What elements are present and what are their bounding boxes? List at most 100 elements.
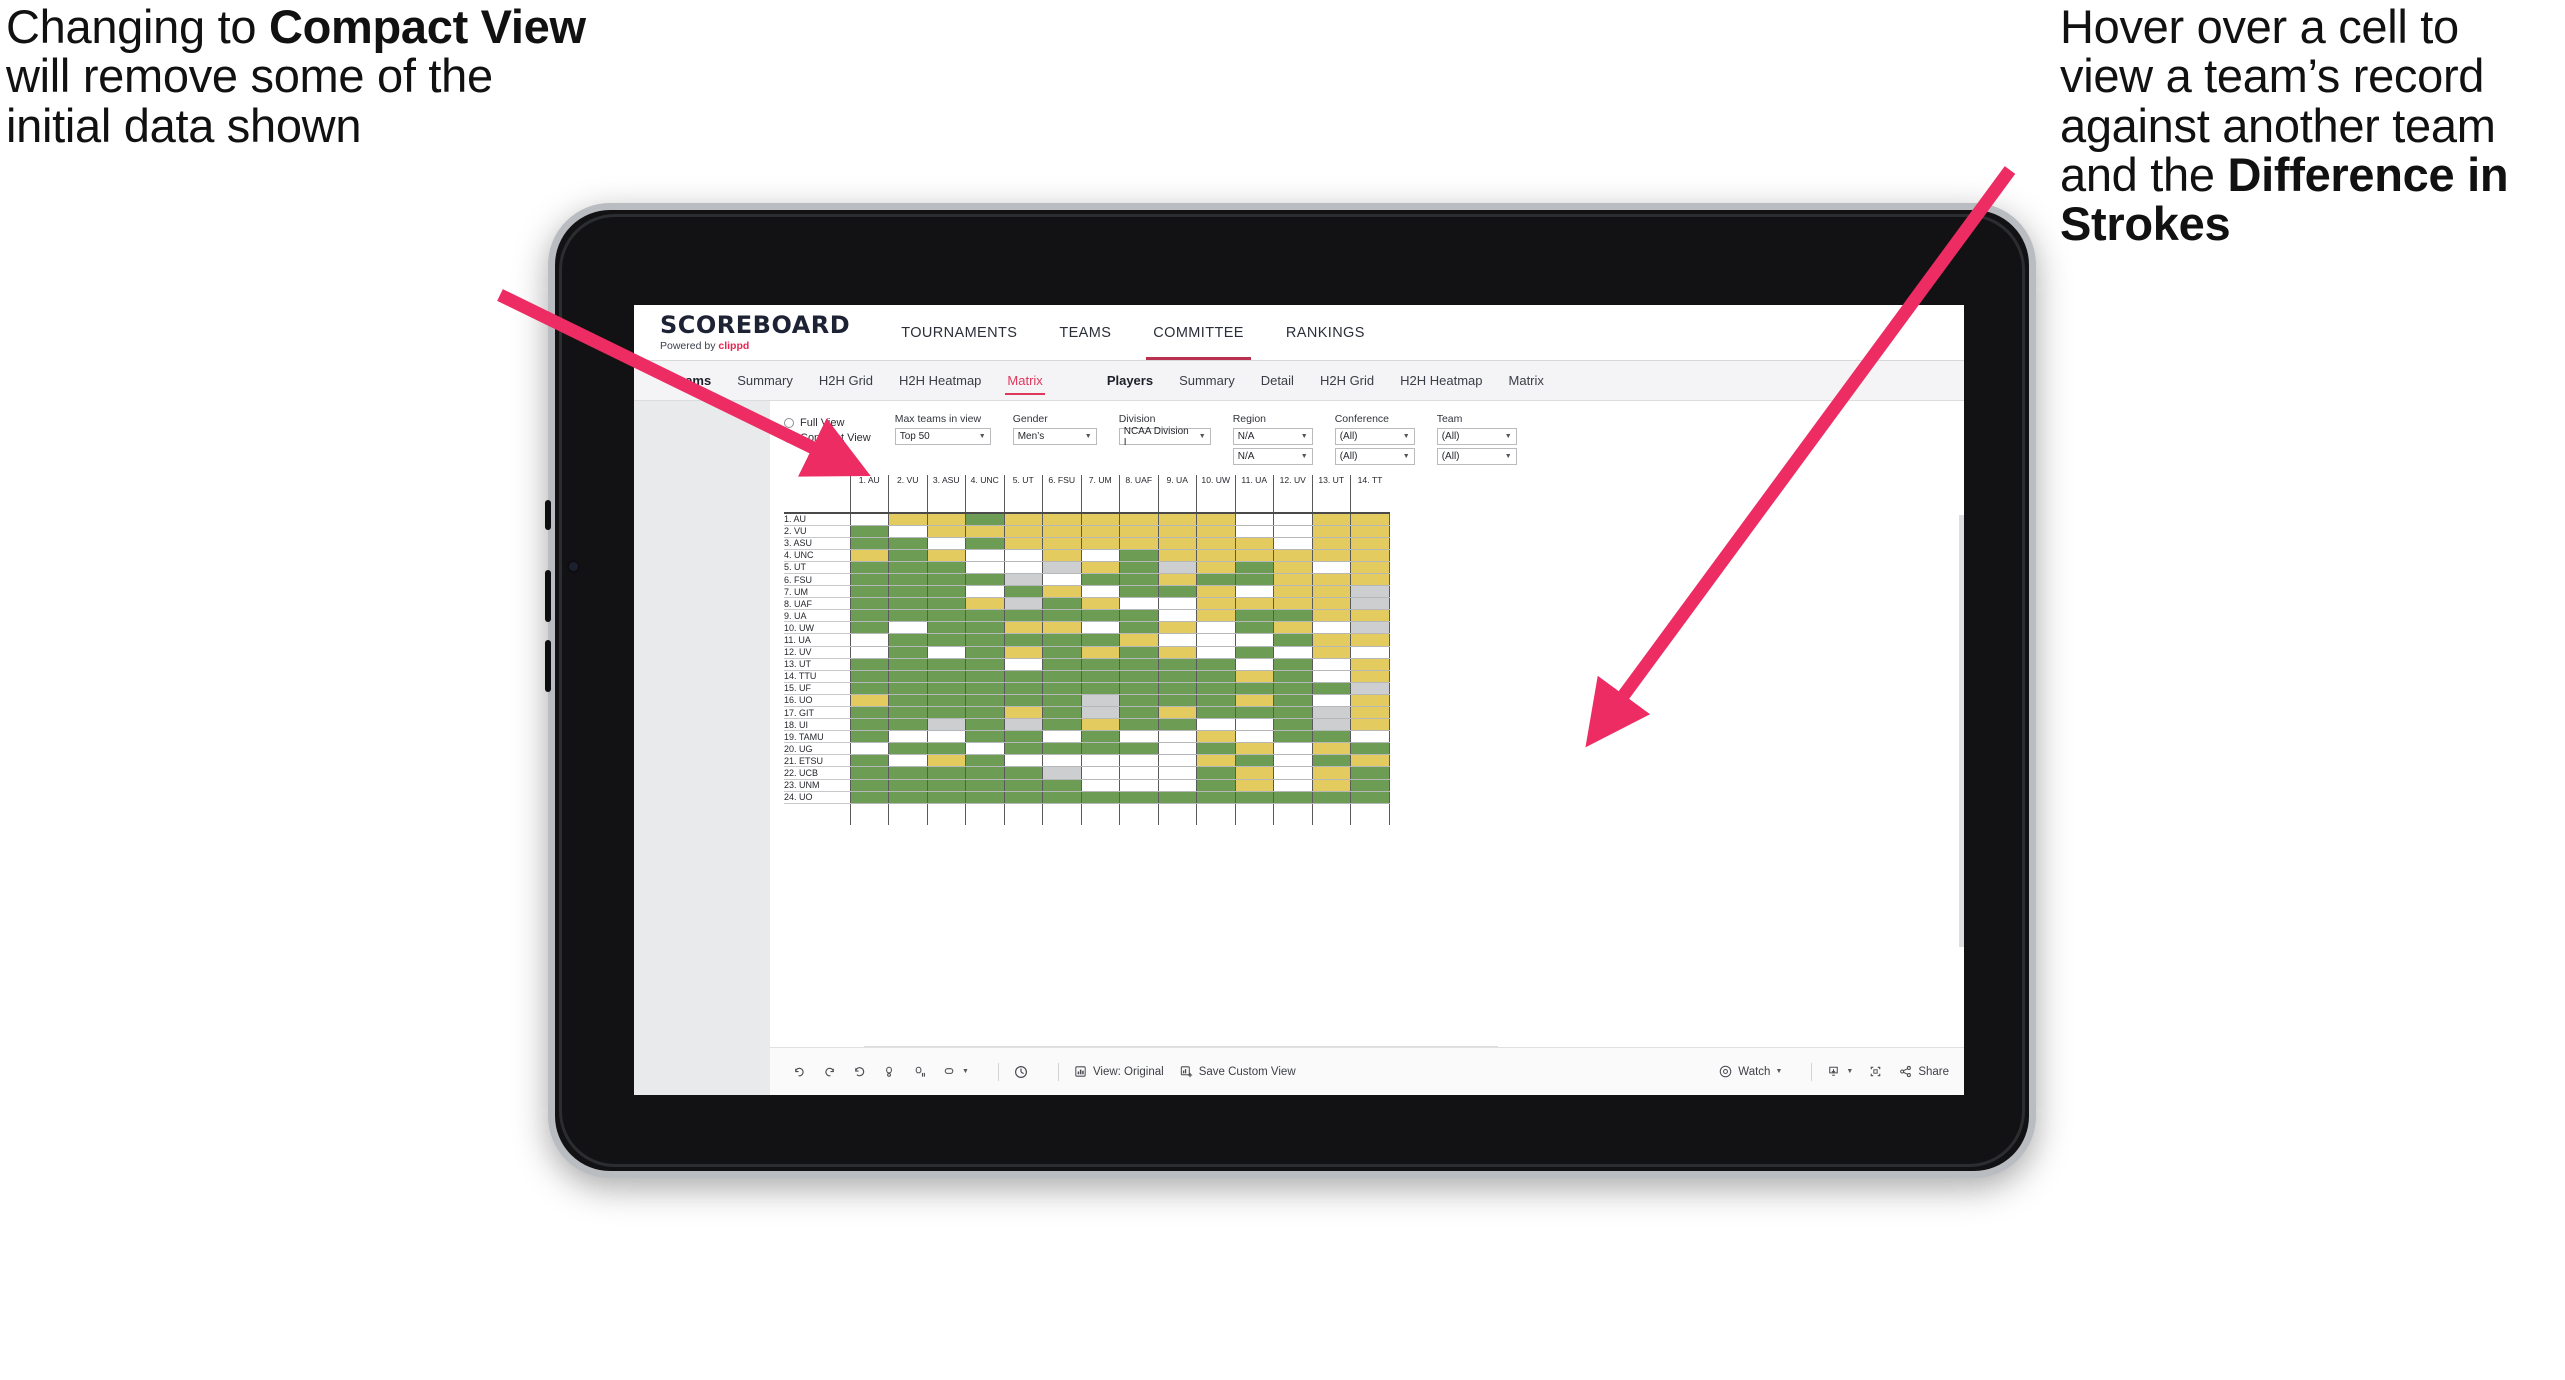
head-to-head-matrix[interactable]: 1. AU 2. VU 3. ASU 4. UNC 5. UT 6. FSU 7. UM 8.… bbox=[784, 475, 1390, 826]
matrix-cell[interactable] bbox=[1350, 779, 1390, 792]
matrix-cell[interactable] bbox=[1311, 597, 1351, 611]
matrix-cell[interactable] bbox=[1273, 779, 1312, 792]
filter-select-conference[interactable]: (All) ▼ bbox=[1334, 428, 1415, 445]
matrix-col-header[interactable]: 3. ASU bbox=[926, 475, 966, 514]
matrix-cell[interactable] bbox=[926, 791, 966, 804]
subnav-item-summary[interactable]: Summary bbox=[1166, 367, 1248, 394]
matrix-cell[interactable] bbox=[1157, 658, 1197, 671]
watch-button[interactable]: Watch ▼ bbox=[1718, 1064, 1782, 1079]
matrix-cell[interactable] bbox=[1273, 513, 1312, 526]
matrix-cell[interactable] bbox=[1196, 621, 1235, 635]
matrix-cell[interactable] bbox=[849, 658, 889, 671]
matrix-cell[interactable] bbox=[1273, 573, 1312, 587]
filter-select-team[interactable]: (All) ▼ bbox=[1436, 448, 1517, 465]
matrix-cell[interactable] bbox=[1311, 537, 1351, 550]
matrix-cell[interactable] bbox=[1003, 549, 1043, 562]
matrix-cell[interactable] bbox=[1234, 682, 1274, 695]
matrix-cell[interactable] bbox=[1311, 754, 1351, 768]
matrix-cell[interactable] bbox=[926, 609, 966, 623]
matrix-cell[interactable] bbox=[1273, 754, 1312, 768]
matrix-col-header[interactable]: 10. UW bbox=[1196, 475, 1235, 514]
matrix-cell[interactable] bbox=[1350, 766, 1390, 780]
matrix-cell[interactable] bbox=[1350, 706, 1390, 720]
matrix-cell[interactable] bbox=[1119, 573, 1158, 587]
matrix-cell[interactable] bbox=[1003, 573, 1043, 587]
vertical-scrollbar-thumb[interactable] bbox=[1959, 515, 1964, 947]
matrix-cell[interactable] bbox=[1234, 694, 1274, 708]
matrix-col-header[interactable]: 4. UNC bbox=[965, 475, 1004, 514]
subnav-item-detail[interactable]: Detail bbox=[1248, 367, 1307, 394]
matrix-cell[interactable] bbox=[1311, 621, 1351, 635]
matrix-cell[interactable] bbox=[1119, 597, 1158, 611]
matrix-row-header[interactable]: 14. TTU bbox=[784, 670, 850, 683]
matrix-cell[interactable] bbox=[1311, 573, 1351, 587]
matrix-cell[interactable] bbox=[888, 682, 927, 695]
matrix-cell[interactable] bbox=[1273, 585, 1312, 599]
matrix-cell[interactable] bbox=[926, 561, 966, 574]
matrix-cell[interactable] bbox=[1196, 742, 1235, 756]
matrix-cell[interactable] bbox=[888, 609, 927, 623]
matrix-cell[interactable] bbox=[1080, 779, 1120, 792]
matrix-cell[interactable] bbox=[1273, 694, 1312, 708]
matrix-cell[interactable] bbox=[888, 633, 927, 647]
matrix-cell[interactable] bbox=[1080, 670, 1120, 683]
matrix-cell[interactable] bbox=[1234, 766, 1274, 780]
matrix-cell[interactable] bbox=[1234, 646, 1274, 659]
matrix-row-header[interactable]: 8. UAF bbox=[784, 597, 850, 611]
matrix-cell[interactable] bbox=[1119, 585, 1158, 599]
matrix-col-header[interactable]: 13. UT bbox=[1311, 475, 1351, 514]
matrix-cell[interactable] bbox=[926, 670, 966, 683]
matrix-cell[interactable] bbox=[1157, 585, 1197, 599]
matrix-row-header[interactable]: 1. AU bbox=[784, 513, 850, 526]
filter-select-conference[interactable]: (All) ▼ bbox=[1334, 448, 1415, 465]
filter-select-division[interactable]: NCAA Division I ▼ bbox=[1118, 426, 1211, 448]
matrix-cell[interactable] bbox=[1119, 766, 1158, 780]
matrix-cell[interactable] bbox=[1042, 670, 1081, 683]
matrix-cell[interactable] bbox=[888, 754, 927, 768]
matrix-cell[interactable] bbox=[1234, 573, 1274, 587]
matrix-cell[interactable] bbox=[1157, 766, 1197, 780]
matrix-cell[interactable] bbox=[1157, 779, 1197, 792]
save-custom-view-button[interactable]: Save Custom View bbox=[1179, 1064, 1296, 1079]
matrix-cell[interactable] bbox=[965, 754, 1004, 768]
matrix-cell[interactable] bbox=[926, 694, 966, 708]
matrix-cell[interactable] bbox=[1234, 718, 1274, 732]
matrix-cell[interactable] bbox=[1080, 730, 1120, 744]
matrix-cell[interactable] bbox=[888, 766, 927, 780]
matrix-cell[interactable] bbox=[1234, 658, 1274, 671]
matrix-cell[interactable] bbox=[888, 513, 927, 526]
matrix-cell[interactable] bbox=[849, 573, 889, 587]
matrix-cell[interactable] bbox=[1273, 766, 1312, 780]
matrix-cell[interactable] bbox=[849, 766, 889, 780]
matrix-cell[interactable] bbox=[1311, 513, 1351, 526]
subnav-head-teams[interactable]: Teams bbox=[658, 367, 724, 394]
matrix-cell[interactable] bbox=[926, 513, 966, 526]
matrix-cell[interactable] bbox=[1157, 513, 1197, 526]
matrix-row-header[interactable]: 22. UCB bbox=[784, 766, 850, 780]
matrix-cell[interactable] bbox=[1042, 766, 1081, 780]
matrix-cell[interactable] bbox=[1080, 694, 1120, 708]
matrix-cell[interactable] bbox=[965, 646, 1004, 659]
matrix-cell[interactable] bbox=[1003, 779, 1043, 792]
matrix-cell[interactable] bbox=[1003, 754, 1043, 768]
matrix-cell[interactable] bbox=[1080, 766, 1120, 780]
matrix-cell[interactable] bbox=[965, 658, 1004, 671]
matrix-cell[interactable] bbox=[1196, 609, 1235, 623]
matrix-cell[interactable] bbox=[1196, 670, 1235, 683]
matrix-cell[interactable] bbox=[1350, 670, 1390, 683]
matrix-cell[interactable] bbox=[1273, 730, 1312, 744]
matrix-cell[interactable] bbox=[1080, 513, 1120, 526]
matrix-row-header[interactable]: 2. VU bbox=[784, 525, 850, 538]
subnav-head-players[interactable]: Players bbox=[1094, 367, 1166, 394]
nav-item-tournaments[interactable]: TOURNAMENTS bbox=[880, 305, 1038, 360]
matrix-cell[interactable] bbox=[1080, 682, 1120, 695]
matrix-cell[interactable] bbox=[965, 525, 1004, 538]
matrix-cell[interactable] bbox=[1119, 682, 1158, 695]
matrix-cell[interactable] bbox=[1350, 694, 1390, 708]
subnav-item-h2h-grid[interactable]: H2H Grid bbox=[806, 367, 886, 394]
matrix-cell[interactable] bbox=[1311, 718, 1351, 732]
matrix-cell[interactable] bbox=[1273, 633, 1312, 647]
matrix-cell[interactable] bbox=[1350, 742, 1390, 756]
matrix-cell[interactable] bbox=[1196, 597, 1235, 611]
matrix-cell[interactable] bbox=[1196, 549, 1235, 562]
